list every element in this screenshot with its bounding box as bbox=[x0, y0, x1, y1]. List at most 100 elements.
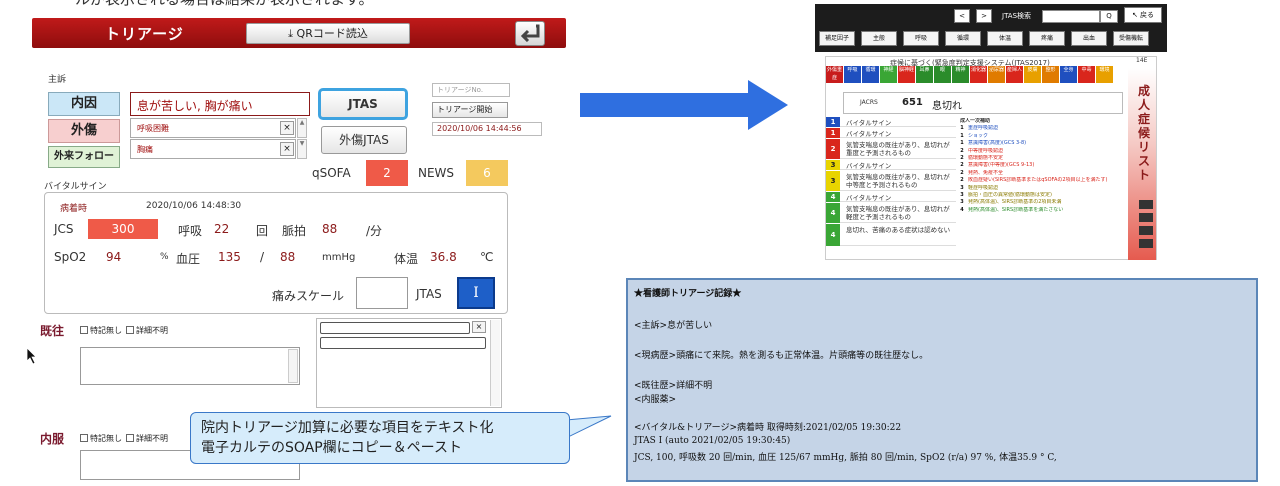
jcs-label: JCS bbox=[54, 222, 74, 236]
jtas-tab-5[interactable]: 疼痛 bbox=[1029, 31, 1065, 46]
news-score: 6 bbox=[466, 160, 508, 186]
history-list-scrollbar[interactable] bbox=[490, 320, 500, 406]
bp-diastolic[interactable]: 88 bbox=[280, 250, 295, 264]
jtas-modifier-item[interactable]: 3 軽症呼吸窮迫 bbox=[958, 185, 1128, 192]
history-unknown-checkbox[interactable]: 詳細不明 bbox=[126, 325, 168, 336]
jtas-category-3[interactable]: 神経 bbox=[880, 66, 897, 83]
triage-number-field[interactable]: トリアージNo. bbox=[432, 83, 510, 97]
jtas-level-row[interactable]: 4 気管支喘息の既往があり、息切れが軽度と予測されるもの bbox=[826, 203, 956, 223]
history-list-field-2[interactable] bbox=[320, 337, 486, 349]
jcs-value[interactable]: 300 bbox=[88, 219, 158, 239]
history-none-checkbox[interactable]: 特記無し bbox=[80, 325, 122, 336]
jtas-category-14[interactable]: 中毒 bbox=[1078, 66, 1095, 83]
clear-select-2-button[interactable]: × bbox=[280, 142, 294, 156]
jtas-level-row[interactable]: 4 バイタルサイン bbox=[826, 192, 956, 202]
bp-systolic[interactable]: 135 bbox=[218, 250, 241, 264]
triage-start-button[interactable]: トリアージ開始 bbox=[432, 102, 508, 118]
resp-value[interactable]: 22 bbox=[214, 222, 229, 236]
history-list-clear-button[interactable]: × bbox=[472, 321, 486, 333]
history-textarea[interactable] bbox=[80, 347, 300, 385]
jtas-tab-0[interactable]: 補足因子 bbox=[819, 31, 855, 46]
meds-unknown-checkbox[interactable]: 詳細不明 bbox=[126, 433, 168, 444]
return-button[interactable] bbox=[515, 21, 545, 46]
jtas-modifier-item[interactable]: 2 発熱、免疫不全 bbox=[958, 170, 1128, 177]
jtas-modifier-item[interactable]: 2 敗血症疑い(SIRS診断基準またはqSOFAの2項目以上を満たす) bbox=[958, 177, 1128, 184]
jtas-side-button-4[interactable] bbox=[1139, 239, 1153, 248]
jtas-back-button[interactable]: ↖ 戻る bbox=[1124, 7, 1162, 23]
jtas-search-input[interactable] bbox=[1042, 10, 1100, 23]
select-1-scroll[interactable]: ▲ bbox=[297, 118, 307, 138]
jtas-modifier-item[interactable]: 2 意識障害(中等度)(GCS 9-13) bbox=[958, 162, 1128, 169]
jtas-prev-button[interactable]: < bbox=[954, 9, 970, 23]
search-icon[interactable]: Q bbox=[1100, 10, 1118, 23]
jtas-level-row[interactable]: 1 バイタルサイン bbox=[826, 117, 956, 127]
jtas-category-6[interactable]: 眼 bbox=[934, 66, 951, 83]
select-2-scroll[interactable]: ▼ bbox=[297, 139, 307, 159]
jtas-modifier-item[interactable]: 1 ショック bbox=[958, 133, 1128, 140]
jtas-category-1[interactable]: 呼吸 bbox=[844, 66, 861, 83]
jtas-category-4[interactable]: 脳神経 bbox=[898, 66, 915, 83]
jtas-category-2[interactable]: 循環 bbox=[862, 66, 879, 83]
jtas-modifier-item[interactable]: 1 意識障害(高度)(GCS 3-8) bbox=[958, 140, 1128, 147]
jtas-modifier-item[interactable]: 1 重症呼吸窮迫 bbox=[958, 125, 1128, 132]
jtas-tab-3[interactable]: 循環 bbox=[945, 31, 981, 46]
jtas-tab-7[interactable]: 受傷機転 bbox=[1113, 31, 1149, 46]
jtas-side-button-2[interactable] bbox=[1139, 213, 1153, 222]
jtas-modifier-item[interactable]: 3 脈拍・血圧の異常値(循環動態は安定) bbox=[958, 192, 1128, 199]
jtas-category-9[interactable]: 泌尿器 bbox=[988, 66, 1005, 83]
onset-time: 2020/10/06 14:48:30 bbox=[146, 201, 242, 211]
pain-scale-input[interactable] bbox=[356, 277, 408, 309]
jtas-category-8[interactable]: 消化器 bbox=[970, 66, 987, 83]
spo2-value[interactable]: 94 bbox=[106, 250, 121, 264]
pulse-value[interactable]: 88 bbox=[322, 222, 337, 236]
qr-read-button[interactable]: ⤓ QRコード読込 bbox=[246, 23, 410, 44]
clear-select-1-button[interactable]: × bbox=[280, 121, 294, 135]
complaint-select-2[interactable]: 胸痛 bbox=[130, 139, 296, 159]
jtas-category-5[interactable]: 耳鼻 bbox=[916, 66, 933, 83]
jtas-tab-6[interactable]: 出血 bbox=[1071, 31, 1107, 46]
jtas-level-number: 4 bbox=[826, 224, 840, 246]
jtas-modifier-text: 意識障害(中等度)(GCS 9-13) bbox=[968, 162, 1035, 169]
meds-none-checkbox[interactable]: 特記無し bbox=[80, 433, 122, 444]
jtas-level-row[interactable]: 2 気管支喘息の既往があり、息切れが重度と予測されるもの bbox=[826, 139, 956, 159]
jtas-category-11[interactable]: 皮膚 bbox=[1024, 66, 1041, 83]
jtas-level-row[interactable]: 3 気管支喘息の既往があり、息切れが中等度と予測されるもの bbox=[826, 171, 956, 191]
triage-record-panel[interactable]: ★看護師トリアージ記録★ <主訴>息が苦しい <現病歴>頭痛にて来院。熱を測るも… bbox=[626, 278, 1258, 482]
jtas-code-number: 651 bbox=[902, 97, 923, 108]
jtas-category-0[interactable]: 外傷重症 bbox=[826, 66, 843, 83]
jtas-modifier-item[interactable]: 3 発熱(高体温)、SIRS診断基準の2項目未満 bbox=[958, 199, 1128, 206]
jtas-next-button[interactable]: > bbox=[976, 9, 992, 23]
jtas-button[interactable]: JTAS bbox=[318, 88, 408, 120]
jtas-side-button-3[interactable] bbox=[1139, 226, 1153, 235]
jtas-side-button-1[interactable] bbox=[1139, 200, 1153, 209]
jtas-tab-1[interactable]: 主般 bbox=[861, 31, 897, 46]
jtas-modifier-item[interactable]: 2 循環動態不安定 bbox=[958, 155, 1128, 162]
jtas-modifier-item[interactable]: 4 発熱(高体温)、SIRS診断基準を満たさない bbox=[958, 207, 1128, 214]
outpatient-follow-button[interactable]: 外来フォロー bbox=[48, 146, 120, 168]
jtas-category-13[interactable]: 全身 bbox=[1060, 66, 1077, 83]
history-scrollbar[interactable] bbox=[288, 349, 298, 383]
jtas-category-10[interactable]: 産婦人 bbox=[1006, 66, 1023, 83]
jtas-tab-4[interactable]: 体温 bbox=[987, 31, 1023, 46]
bp-unit: mmHg bbox=[322, 252, 356, 263]
temp-value[interactable]: 36.8 bbox=[430, 250, 457, 264]
chief-complaint-input[interactable]: 息が苦しい, 胸が痛い bbox=[130, 92, 310, 116]
complaint-select-1[interactable]: 呼吸困難 bbox=[130, 118, 296, 138]
jtas-level-row[interactable]: 4 息切れ、苦痛のある症状は認めない bbox=[826, 224, 956, 246]
trauma-jtas-button[interactable]: 外傷JTAS bbox=[321, 126, 407, 154]
naiin-button[interactable]: 内因 bbox=[48, 92, 120, 116]
right-arrow-icon bbox=[580, 80, 788, 130]
temp-unit: ℃ bbox=[480, 250, 494, 264]
record-jtas-line: JTAS I (auto 2021/02/05 19:30:45) bbox=[634, 436, 791, 446]
jtas-tab-2[interactable]: 呼吸 bbox=[903, 31, 939, 46]
gaisho-button[interactable]: 外傷 bbox=[48, 119, 120, 143]
record-vital-line: JCS, 100, 呼吸数 20 回/min, 血圧 125/67 mmHg, … bbox=[634, 453, 1057, 463]
jtas-category-12[interactable]: 整形 bbox=[1042, 66, 1059, 83]
jtas-level-row[interactable]: 3 バイタルサイン bbox=[826, 160, 956, 170]
spo2-unit: % bbox=[160, 252, 169, 262]
jtas-category-7[interactable]: 精神 bbox=[952, 66, 969, 83]
history-list-field-1[interactable] bbox=[320, 322, 470, 334]
jtas-modifier-item[interactable]: 2 中等度呼吸窮迫 bbox=[958, 148, 1128, 155]
jtas-level-row[interactable]: 1 バイタルサイン bbox=[826, 128, 956, 138]
jtas-category-15[interactable]: 環境 bbox=[1096, 66, 1113, 83]
